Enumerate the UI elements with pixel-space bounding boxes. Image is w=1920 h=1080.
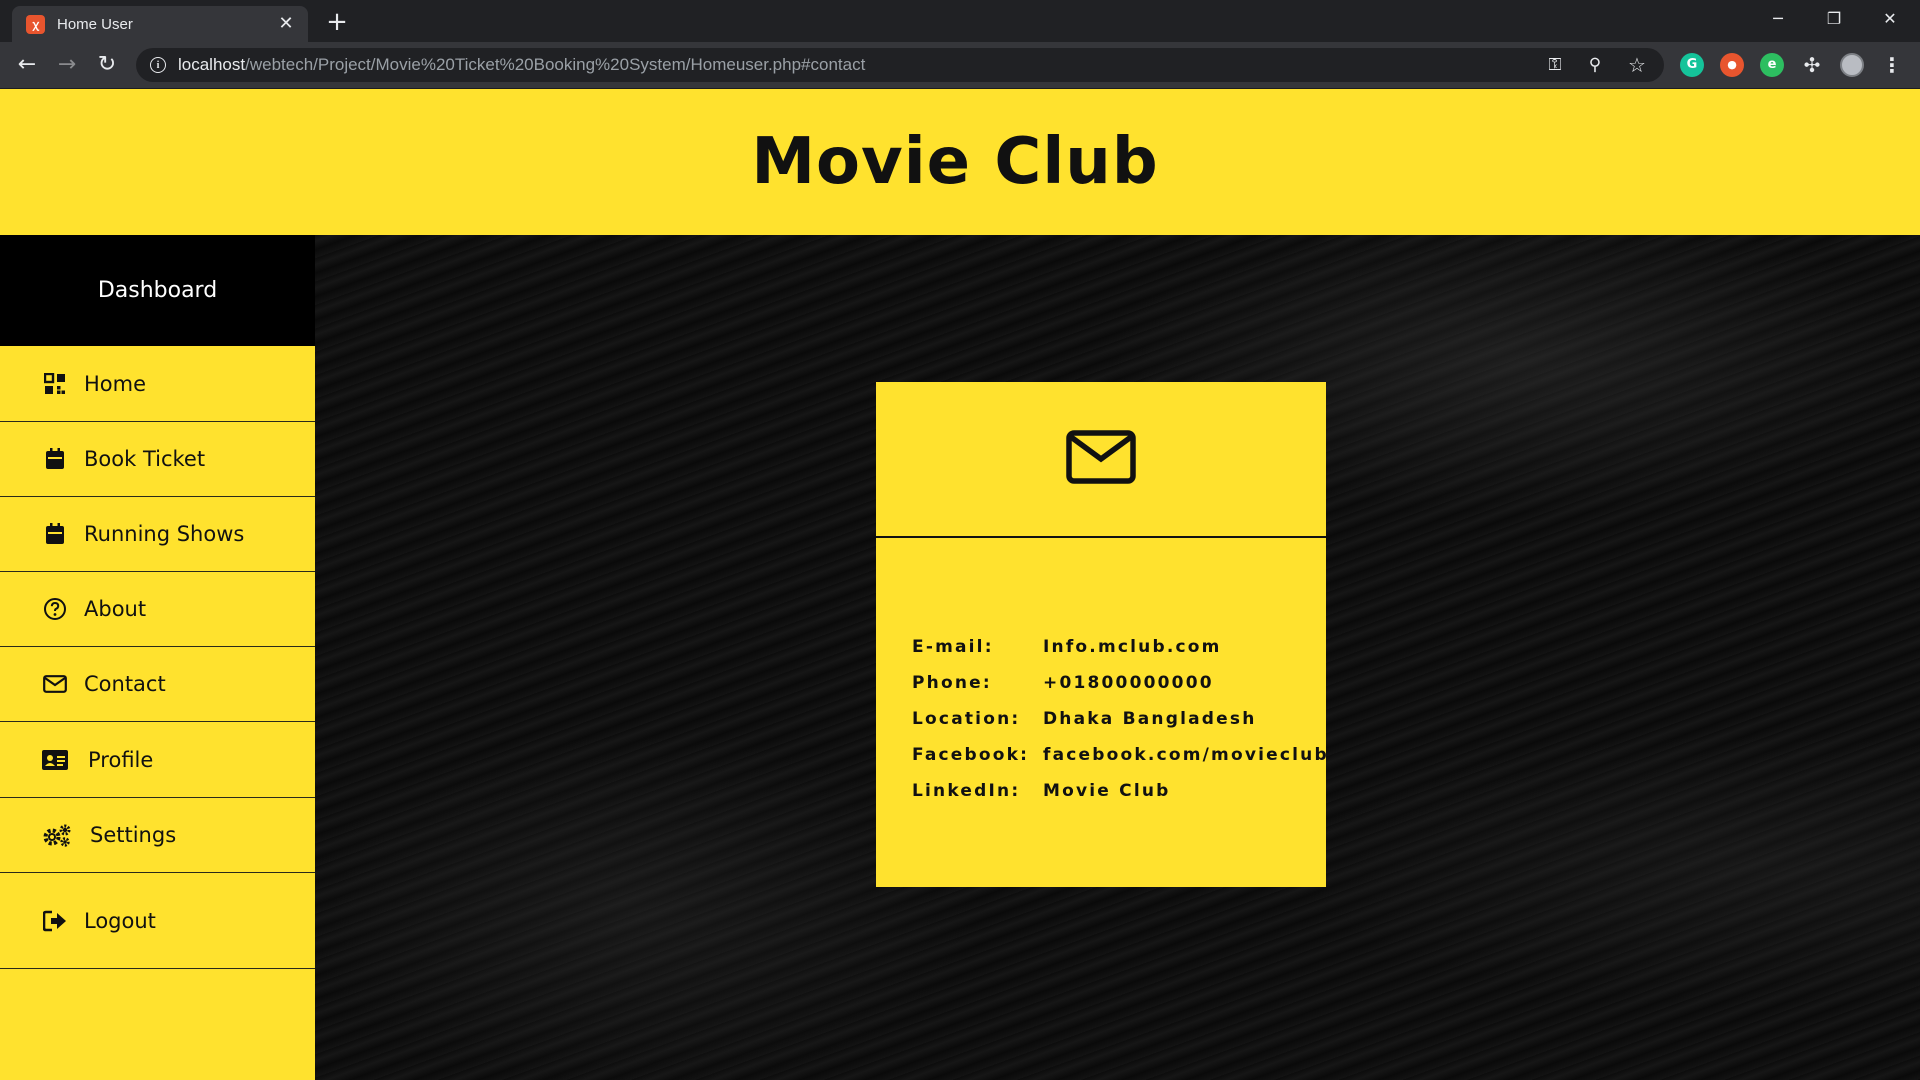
contact-value: Movie Club (1043, 781, 1171, 801)
sidebar-item-label: Home (84, 371, 147, 396)
sidebar-heading: Dashboard (0, 235, 315, 346)
close-window-button[interactable]: ✕ (1868, 4, 1912, 34)
sidebar-item-settings[interactable]: Settings (0, 798, 315, 873)
tab-title: Home User (57, 15, 133, 33)
contact-label: E-mail: (912, 637, 994, 657)
contact-value: facebook.com/movieclub (1043, 745, 1329, 765)
contact-card-header (876, 382, 1326, 538)
sidebar-item-label: Running Shows (84, 522, 245, 546)
contact-label: Phone: (912, 673, 992, 693)
zoom-icon[interactable]: ⚲ (1582, 52, 1608, 78)
contact-row-linkedin: LinkedIn: Movie Club (912, 773, 1329, 809)
contact-label: Location: (912, 709, 1021, 729)
envelope-icon (1066, 430, 1136, 488)
contact-card: E-mail: Info.mclub.com Phone: +018000000… (876, 382, 1329, 887)
contact-row-facebook: Facebook: facebook.com/movieclub (912, 737, 1329, 773)
sidebar-item-label: About (84, 597, 147, 621)
browser-tab[interactable]: ꭓ Home User ✕ (12, 6, 308, 42)
sidebar-item-profile[interactable]: Profile (0, 722, 315, 798)
question-circle-icon (42, 596, 68, 622)
grid-icon (42, 371, 68, 397)
grammarly-extension-icon[interactable]: G (1680, 53, 1704, 77)
back-button[interactable]: ← (12, 50, 42, 80)
sign-out-icon (42, 908, 68, 934)
contact-value: Info.mclub.com (1043, 637, 1222, 657)
reload-button[interactable]: ↻ (92, 50, 122, 80)
url-path: /webtech/Project/Movie%20Ticket%20Bookin… (245, 55, 866, 74)
contact-row-phone: Phone: +01800000000 (912, 665, 1329, 701)
sidebar-item-label: Logout (84, 908, 156, 933)
browser-tab-bar: ꭓ Home User ✕ + ─ ❐ ✕ (0, 0, 1920, 42)
url-host: localhost (178, 55, 246, 74)
sidebar-item-label: Book Ticket (84, 447, 206, 471)
profile-avatar[interactable] (1840, 53, 1864, 77)
site-title: Movie Club (751, 125, 1159, 199)
contact-value: Dhaka Bangladesh (1043, 709, 1257, 729)
sidebar-item-book-ticket[interactable]: Book Ticket (0, 422, 315, 497)
contact-label: LinkedIn: (912, 781, 1021, 801)
envelope-icon (42, 671, 68, 697)
sidebar-item-about[interactable]: About (0, 572, 315, 647)
contact-info-table: E-mail: Info.mclub.com Phone: +018000000… (912, 629, 1329, 809)
sidebar-item-home[interactable]: Home (0, 346, 315, 422)
calendar-icon (42, 521, 68, 547)
extension-icon[interactable]: ● (1720, 53, 1744, 77)
sidebar-item-label: Contact (84, 672, 166, 696)
new-tab-button[interactable]: + (322, 8, 352, 38)
browser-toolbar: ← → ↻ i localhost/webtech/Project/Movie%… (0, 42, 1920, 89)
contact-label: Facebook: (912, 745, 1030, 765)
contact-row-location: Location: Dhaka Bangladesh (912, 701, 1329, 737)
evernote-extension-icon[interactable]: e (1760, 53, 1784, 77)
close-tab-icon[interactable]: ✕ (274, 12, 298, 36)
contact-row-email: E-mail: Info.mclub.com (912, 629, 1329, 665)
minimize-button[interactable]: ─ (1756, 4, 1800, 34)
key-icon[interactable]: ⚿ (1542, 52, 1568, 78)
site-header: Movie Club (0, 89, 1920, 235)
browser-menu-icon[interactable]: ⋮ (1882, 53, 1902, 77)
forward-button[interactable]: → (52, 50, 82, 80)
restore-button[interactable]: ❐ (1812, 4, 1856, 34)
contact-value: +01800000000 (1043, 673, 1214, 693)
url-text[interactable]: localhost/webtech/Project/Movie%20Ticket… (178, 55, 865, 75)
sidebar-item-label: Profile (88, 747, 154, 772)
address-bar[interactable]: i localhost/webtech/Project/Movie%20Tick… (136, 48, 1664, 82)
sidebar-item-running-shows[interactable]: Running Shows (0, 497, 315, 572)
sidebar-item-contact[interactable]: Contact (0, 647, 315, 722)
page: Movie Club Dashboard Home Book Ticket Ru… (0, 89, 1920, 1080)
calendar-icon (42, 446, 68, 472)
sidebar-item-logout[interactable]: Logout (0, 873, 315, 969)
bookmark-star-icon[interactable]: ☆ (1624, 52, 1650, 78)
extensions-puzzle-icon[interactable]: ✣ (1800, 53, 1824, 77)
gears-icon (42, 822, 72, 848)
id-card-icon (42, 747, 68, 773)
sidebar-item-label: Settings (90, 823, 177, 847)
site-info-icon[interactable]: i (150, 57, 166, 73)
xampp-icon: ꭓ (26, 14, 45, 34)
sidebar: Dashboard Home Book Ticket Running Shows… (0, 235, 315, 1080)
